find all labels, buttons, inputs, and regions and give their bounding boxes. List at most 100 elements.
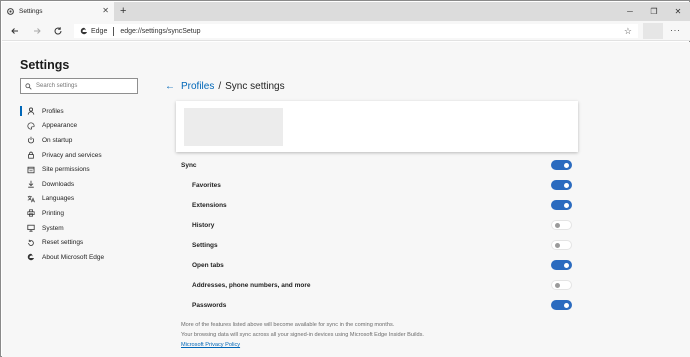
sidebar-title: Settings [20,58,70,72]
sidebar-item-label: Reset settings [42,239,84,247]
sync-row-open-tabs: Open tabs [156,256,690,276]
palette-icon [27,122,35,130]
main-content: ← Profiles / Sync settings Sync Favorites… [156,42,690,357]
sidebar-item-label: Profiles [42,107,64,115]
minimize-button[interactable]: ─ [618,2,642,21]
sync-row-favorites: Favorites [156,176,690,196]
sync-row-settings: Settings [156,236,690,256]
languages-icon [27,195,35,203]
back-arrow-icon [11,28,18,34]
breadcrumb-separator: / [218,81,222,92]
search-input[interactable]: Search settings [20,78,138,94]
sidebar-item-label: Appearance [42,122,78,130]
sidebar-item-label: Printing [42,209,65,217]
address-bar[interactable]: Edge edge://settings/syncSetup ☆ [74,24,638,38]
refresh-button[interactable] [51,24,65,38]
browser-window: Settings ✕ + ─ ❐ ✕ Edge edge://settings/… [0,0,690,357]
person-icon [27,107,35,115]
back-button[interactable] [8,24,22,38]
profile-card [176,101,578,152]
back-arrow-icon[interactable]: ← [165,81,175,92]
sync-row-label: Settings [192,242,218,249]
sync-toggle[interactable] [551,260,572,270]
sync-row-history: History [156,216,690,236]
note-coming-months: More of the features listed above will b… [181,322,395,328]
sidebar-item-downloads[interactable]: Downloads [2,177,156,192]
address-divider [113,26,115,36]
gear-icon [6,7,15,16]
edge-logo-icon [80,27,88,35]
sync-row-label: Extensions [192,202,227,209]
profile-button[interactable] [643,23,663,39]
sync-row-addresses-phone-numbers-and-more: Addresses, phone numbers, and more [156,276,690,296]
sidebar-item-on-startup[interactable]: On startup [2,133,156,148]
sidebar-item-label: On startup [42,136,73,144]
sync-toggle[interactable] [551,300,572,310]
sync-row-label: Sync [181,162,197,169]
sidebar-item-system[interactable]: System [2,221,156,236]
page-title: Sync settings [225,81,285,92]
sync-toggle[interactable] [551,280,572,290]
window-controls: ─ ❐ ✕ [618,2,690,21]
sidebar-item-label: Privacy and services [42,151,102,159]
sync-settings-list: Sync Favorites Extensions History Settings Op… [156,156,690,316]
sidebar-menu: Profiles Appearance On startup Privacy and … [2,104,156,265]
sync-toggle[interactable] [551,220,572,230]
sync-row-label: Passwords [192,302,227,309]
sidebar-item-label: Downloads [42,180,75,188]
sidebar-item-site-permissions[interactable]: Site permissions [2,162,156,177]
sync-row-extensions: Extensions [156,196,690,216]
sidebar-item-reset-settings[interactable]: Reset settings [2,235,156,250]
toggle-knob [564,302,569,308]
sidebar-item-label: Site permissions [42,166,90,174]
toggle-knob [555,223,560,228]
sync-toggle[interactable] [551,200,572,210]
more-options-icon[interactable]: ··· [670,23,681,37]
edge-label: Edge [91,27,108,35]
toggle-knob [564,262,569,268]
sync-notes: More of the features listed above will b… [181,320,424,350]
privacy-policy-link[interactable]: Microsoft Privacy Policy [181,340,424,350]
toggle-knob [564,202,569,208]
sidebar-item-printing[interactable]: Printing [2,206,156,221]
sidebar-item-label: System [42,224,64,232]
printer-icon [27,209,35,218]
sync-row-passwords: Passwords [156,296,690,316]
sidebar-item-languages[interactable]: Languages [2,192,156,207]
toggle-knob [555,283,560,288]
search-icon [25,82,32,90]
power-icon [27,136,35,144]
close-window-button[interactable]: ✕ [666,2,690,21]
sidebar-item-appearance[interactable]: Appearance [2,119,156,134]
system-icon [27,224,35,232]
sync-row-label: History [192,222,215,229]
breadcrumb-profiles-link[interactable]: Profiles [181,81,214,92]
sync-toggle[interactable] [551,160,572,170]
url-text[interactable]: edge://settings/syncSetup [120,28,200,35]
maximize-button[interactable]: ❐ [642,2,666,21]
download-icon [27,180,35,188]
toggle-knob [564,162,569,168]
site-permissions-icon [27,166,35,174]
search-placeholder: Search settings [36,83,78,89]
close-tab-icon[interactable]: ✕ [102,6,109,16]
sidebar: Settings Search settings Profiles Appeara… [2,42,156,357]
toggle-knob [555,243,560,248]
navigation-bar: Edge edge://settings/syncSetup ☆ ··· [2,21,690,41]
sync-row-label: Open tabs [192,262,224,269]
toggle-knob [564,182,569,188]
favorite-star-icon[interactable]: ☆ [624,25,632,37]
new-tab-button[interactable]: + [120,4,126,18]
tab-settings[interactable]: Settings ✕ [2,2,114,21]
sidebar-item-privacy-and-services[interactable]: Privacy and services [2,148,156,163]
breadcrumb: ← Profiles / Sync settings [165,81,285,92]
forward-arrow-icon [34,28,41,34]
sidebar-item-label: Languages [42,195,75,203]
sync-toggle[interactable] [551,180,572,190]
sidebar-item-profiles[interactable]: Profiles [2,104,156,119]
sidebar-item-label: About Microsoft Edge [42,253,105,261]
sync-toggle[interactable] [551,240,572,250]
forward-button[interactable] [30,24,44,38]
sidebar-item-about-microsoft-edge[interactable]: About Microsoft Edge [2,250,156,265]
reset-icon [27,239,35,247]
